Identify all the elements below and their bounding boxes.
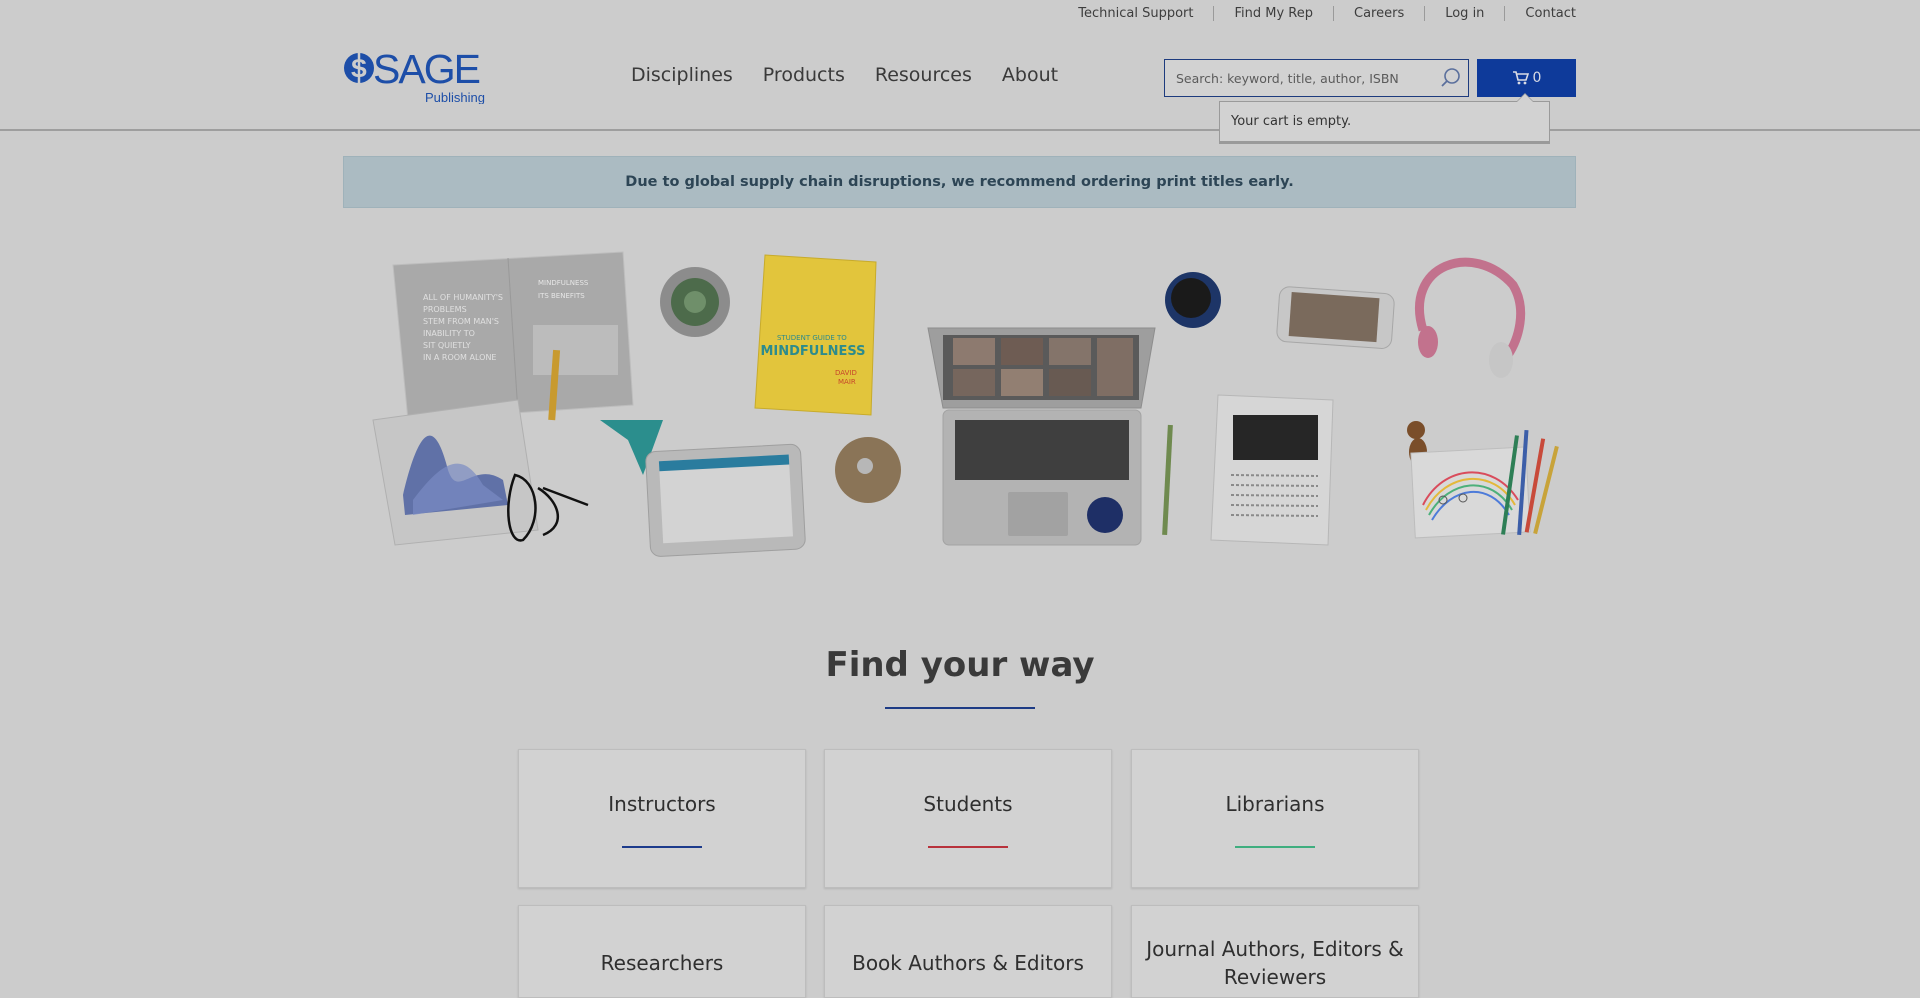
logo-wordmark: SAGE <box>373 48 480 92</box>
logo-subtitle: Publishing <box>425 90 485 104</box>
mindfulness-book: STUDENT GUIDE TO MINDFULNESS DAVID MAIR <box>754 254 877 416</box>
sage-logo[interactable]: S SAGE Publishing <box>343 46 488 105</box>
hero-illustration: ALL OF HUMANITY'S PROBLEMS STEM FROM MAN… <box>372 251 1559 557</box>
search-box <box>1164 59 1469 97</box>
utility-link-careers[interactable]: Careers <box>1333 5 1424 21</box>
card-journal-authors-editors-reviewers[interactable]: Journal Authors, Editors & Reviewers <box>1131 905 1419 998</box>
research-paper <box>1210 394 1334 546</box>
site-header: S SAGE Publishing Disciplines Products R… <box>0 26 1920 144</box>
main-nav: Disciplines Products Resources About <box>631 64 1058 86</box>
card-accent-rule <box>622 845 702 848</box>
card-librarians[interactable]: Librarians <box>1131 749 1419 888</box>
nav-disciplines[interactable]: Disciplines <box>631 64 733 86</box>
cart-empty-message: Your cart is empty. <box>1231 114 1352 129</box>
book-author-text: DAVID MAIR <box>835 369 859 386</box>
nav-products[interactable]: Products <box>763 64 845 86</box>
title-underline <box>885 707 1035 709</box>
card-book-authors-editors[interactable]: Book Authors & Editors <box>824 905 1112 998</box>
find-your-way-title: Find your way <box>825 645 1095 685</box>
notice-text: Due to global supply chain disruptions, … <box>625 174 1294 190</box>
clipboard-chart <box>372 399 539 546</box>
utility-link-contact[interactable]: Contact <box>1504 5 1576 21</box>
search-input[interactable] <box>1165 60 1434 96</box>
supply-chain-notice: Due to global supply chain disruptions, … <box>343 156 1576 208</box>
card-label: Librarians <box>1225 791 1325 816</box>
cart-popup: Your cart is empty. <box>1219 93 1550 144</box>
card-label: Book Authors & Editors <box>852 951 1084 975</box>
card-students[interactable]: Students <box>824 749 1112 888</box>
nav-about[interactable]: About <box>1002 64 1058 86</box>
cart-count: 0 <box>1532 70 1542 86</box>
card-accent-rule <box>1235 845 1315 848</box>
sage-logo-icon: S SAGE Publishing <box>344 46 485 105</box>
card-label: Students <box>923 791 1013 816</box>
card-instructors[interactable]: Instructors <box>518 749 806 888</box>
card-researchers[interactable]: Researchers <box>518 905 806 998</box>
hero-image: ALL OF HUMANITY'S PROBLEMS STEM FROM MAN… <box>343 230 1576 570</box>
card-accent-rule <box>928 845 1008 848</box>
search-button[interactable] <box>1434 60 1468 96</box>
search-icon <box>1441 68 1460 87</box>
utility-link-technical-support[interactable]: Technical Support <box>1078 6 1213 21</box>
cart-icon <box>1512 71 1529 85</box>
utility-link-find-my-rep[interactable]: Find My Rep <box>1213 5 1333 21</box>
nav-resources[interactable]: Resources <box>875 64 972 86</box>
tablet-device <box>645 443 806 557</box>
card-label: Researchers <box>600 951 724 975</box>
utility-link-log-in[interactable]: Log in <box>1424 5 1504 21</box>
mindfulness-leaflet: ALL OF HUMANITY'S PROBLEMS STEM FROM MAN… <box>392 251 634 421</box>
laptop-device <box>927 327 1156 546</box>
phone-device <box>1276 286 1395 349</box>
cart-button[interactable]: 0 <box>1477 59 1576 97</box>
card-label: Instructors <box>608 791 716 816</box>
card-label: Journal Authors, Editors & Reviewers <box>1146 937 1404 989</box>
utility-nav: Technical Support Find My Rep Careers Lo… <box>1078 0 1576 26</box>
